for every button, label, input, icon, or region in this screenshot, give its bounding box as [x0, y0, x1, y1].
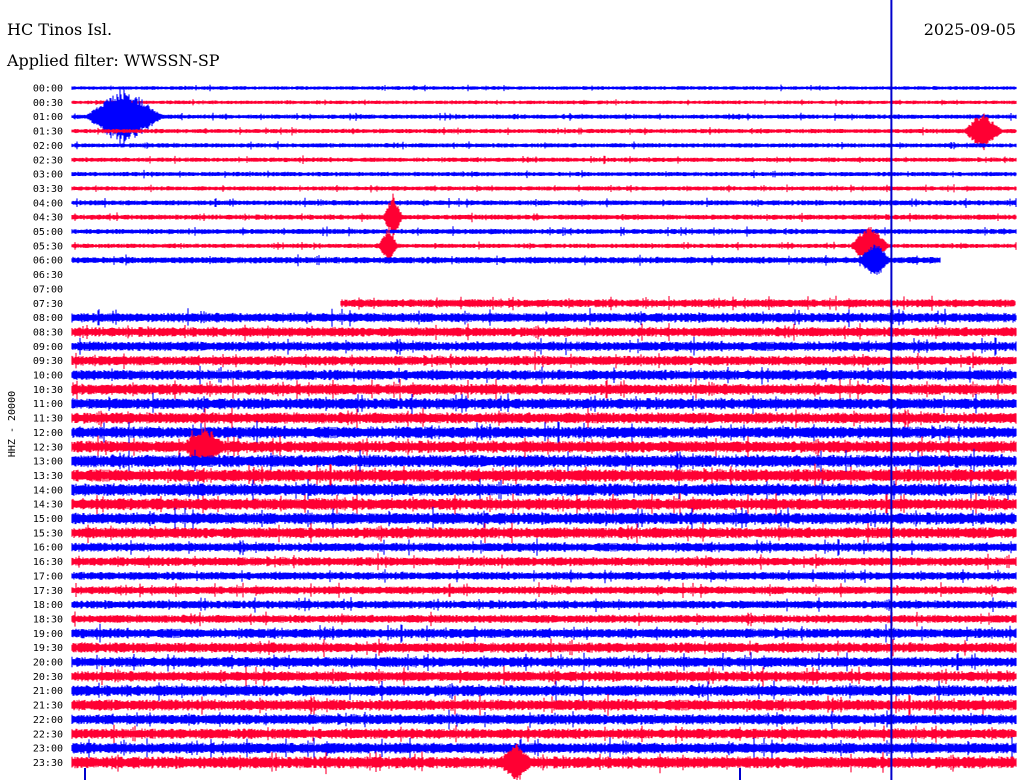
trace-line [71, 351, 1017, 370]
trace-line [71, 623, 1017, 643]
time-tick-label: 06:30 [33, 270, 63, 281]
trace-line [71, 638, 1017, 658]
time-tick-label: 15:30 [33, 528, 63, 539]
time-tick-label: 18:30 [33, 614, 63, 625]
trace-line [71, 336, 1017, 356]
trace-line [71, 169, 1017, 179]
trace-line [71, 88, 1017, 146]
time-tick-label: 20:00 [33, 658, 63, 669]
time-tick-label: 00:00 [33, 84, 63, 95]
trace-line [71, 155, 1017, 165]
trace-line [71, 666, 1017, 687]
time-tick-label: 22:00 [33, 715, 63, 726]
time-tick-label: 13:00 [33, 457, 63, 468]
y-axis-label: HHZ - 20000 [7, 391, 18, 457]
trace-line [71, 737, 1017, 759]
trace-line [71, 492, 1017, 515]
time-tick-label: 09:00 [33, 342, 63, 353]
trace-line [71, 522, 1017, 544]
time-tick-label: 17:00 [33, 571, 63, 582]
time-tick-label: 12:30 [33, 442, 63, 453]
time-tick-label: 03:00 [33, 170, 63, 181]
time-tick-label: 06:00 [33, 256, 63, 267]
trace-line [71, 392, 1017, 415]
time-tick-label: 04:30 [33, 213, 63, 224]
time-tick-label: 15:00 [33, 514, 63, 525]
time-tick-label: 07:00 [33, 284, 63, 295]
time-tick-label: 08:30 [33, 327, 63, 338]
trace-line [71, 611, 1017, 627]
time-tick-label: 23:30 [33, 758, 63, 769]
time-tick-label: 05:30 [33, 241, 63, 252]
time-tick-label: 19:00 [33, 629, 63, 640]
time-tick-label: 16:00 [33, 543, 63, 554]
time-tick-label: 05:00 [33, 227, 63, 238]
trace-line [71, 197, 1017, 208]
trace-line [71, 407, 1017, 429]
time-tick-label: 23:00 [33, 744, 63, 755]
trace-line [71, 378, 1017, 400]
time-label-group: 00:00 00:30 01:00 01:30 02:00 02:30 03:00 03:30… [33, 84, 63, 769]
trace-line [71, 478, 1017, 502]
trace-line [71, 365, 1017, 385]
time-tick-label: 04:00 [33, 198, 63, 209]
time-tick-label: 08:00 [33, 313, 63, 324]
trace-line [71, 99, 1017, 106]
time-tick-label: 22:30 [33, 729, 63, 740]
trace-line [71, 506, 1017, 531]
time-tick-label: 18:00 [33, 600, 63, 611]
trace-line [340, 295, 1016, 311]
time-tick-label: 02:30 [33, 155, 63, 166]
trace-line [71, 694, 1017, 716]
time-tick-label: 19:30 [33, 643, 63, 654]
trace-line [71, 538, 1017, 556]
time-tick-label: 14:00 [33, 485, 63, 496]
trace-line [71, 569, 1017, 584]
time-tick-label: 13:30 [33, 471, 63, 482]
time-tick-label: 10:00 [33, 371, 63, 382]
time-tick-label: 17:30 [33, 586, 63, 597]
trace-line [71, 597, 1017, 613]
trace-line [71, 652, 1017, 672]
trace-line [71, 244, 941, 275]
trace-line [71, 308, 1017, 328]
trace-line [71, 141, 1017, 150]
time-tick-label: 09:30 [33, 356, 63, 367]
time-tick-label: 21:00 [33, 686, 63, 697]
time-tick-label: 01:30 [33, 127, 63, 138]
trace-line [71, 724, 1017, 744]
time-tick-label: 03:30 [33, 184, 63, 195]
time-tick-label: 20:30 [33, 672, 63, 683]
time-tick-label: 02:00 [33, 141, 63, 152]
time-tick-label: 21:30 [33, 701, 63, 712]
trace-group [71, 84, 1017, 780]
time-tick-label: 00:30 [33, 98, 63, 109]
time-tick-label: 01:00 [33, 112, 63, 123]
time-tick-label: 10:30 [33, 385, 63, 396]
time-tick-label: 11:30 [33, 414, 63, 425]
trace-line [71, 84, 1017, 92]
trace-line [71, 184, 1017, 193]
time-tick-label: 07:30 [33, 299, 63, 310]
trace-line [71, 709, 1017, 730]
time-tick-label: 12:00 [33, 428, 63, 439]
trace-line [71, 553, 1017, 571]
time-tick-label: 14:30 [33, 500, 63, 511]
trace-line [71, 582, 1017, 598]
helicorder-plot: HHZ - 20000 00:00 00:30 01:00 01:30 02:00 02:… [7, 0, 1017, 780]
time-tick-label: 11:00 [33, 399, 63, 410]
trace-line [71, 323, 1017, 341]
time-tick-label: 16:30 [33, 557, 63, 568]
